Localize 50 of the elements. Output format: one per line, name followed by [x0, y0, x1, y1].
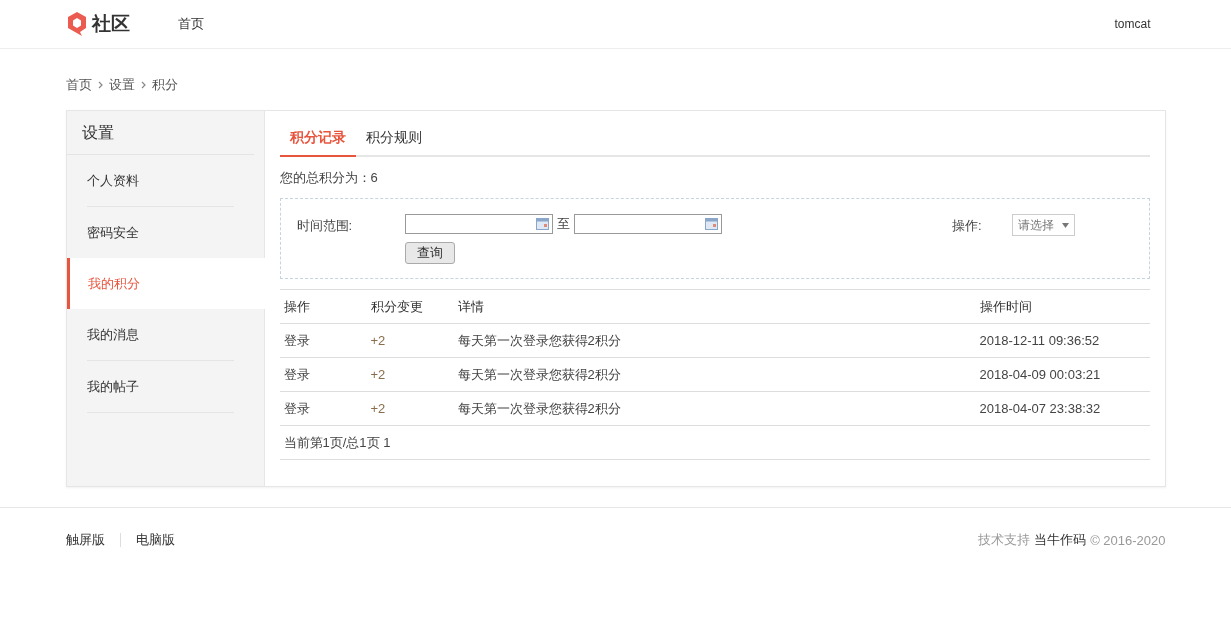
table-cell: 每天第一次登录您获得2积分	[453, 391, 976, 426]
breadcrumb-link[interactable]: 首页	[65, 76, 92, 94]
pagination-text: 当前第1页/总1页 1	[279, 426, 1150, 460]
logo-text[interactable]: 社区	[91, 11, 130, 37]
table-cell: +2	[366, 391, 454, 426]
action-label: 操作:	[951, 217, 982, 235]
sidebar-item[interactable]: 我的积分	[66, 258, 265, 309]
sidebar-title: 设置	[66, 111, 254, 155]
end-date-field[interactable]	[573, 214, 722, 234]
support-label: 技术支持	[978, 531, 1031, 549]
footer-link[interactable]: 电脑版	[135, 531, 175, 549]
nav-link[interactable]: 首页	[177, 15, 204, 33]
username-link[interactable]: tomcat	[1114, 17, 1151, 31]
column-header: 操作	[279, 289, 367, 324]
breadcrumb-link[interactable]: 设置	[108, 76, 135, 94]
start-date-field[interactable]	[404, 214, 553, 234]
table-cell: 登录	[279, 323, 367, 358]
chevron-icon	[97, 81, 103, 89]
tab[interactable]: 积分记录	[279, 123, 356, 157]
dropdown-caret-icon	[1061, 222, 1069, 228]
table-cell: +2	[366, 323, 454, 358]
table-cell: 2018-04-07 23:38:32	[975, 391, 1150, 426]
sidebar-item[interactable]: 密码安全	[66, 207, 264, 258]
table-cell: 每天第一次登录您获得2积分	[453, 357, 976, 392]
time-range-label: 时间范围:	[296, 217, 354, 235]
breadcrumb-link[interactable]: 积分	[151, 76, 178, 94]
footer-link[interactable]: 触屏版	[65, 531, 105, 549]
table-cell: 登录	[279, 357, 367, 392]
table-cell: 2018-04-09 00:03:21	[975, 357, 1150, 392]
logo-icon	[65, 11, 88, 37]
table-cell: 每天第一次登录您获得2积分	[453, 323, 976, 358]
column-header: 操作时间	[975, 289, 1150, 324]
table-cell: 2018-12-11 09:36:52	[975, 323, 1150, 358]
action-select[interactable]: 请选择	[1011, 214, 1075, 236]
table-cell: 登录	[279, 391, 367, 426]
chevron-icon	[140, 81, 146, 89]
calendar-icon[interactable]	[535, 218, 549, 230]
copyright-text: © 2016-2020	[1090, 532, 1166, 548]
column-header: 详情	[453, 289, 976, 324]
sidebar-item[interactable]: 个人资料	[66, 155, 264, 206]
tab[interactable]: 积分规则	[355, 123, 432, 157]
sidebar-item[interactable]: 我的帖子	[66, 361, 264, 412]
support-link[interactable]: 当牛作码	[1034, 531, 1087, 549]
range-separator: 至	[556, 215, 570, 233]
sidebar-item[interactable]: 我的消息	[66, 309, 264, 360]
calendar-icon[interactable]	[704, 218, 718, 230]
query-button[interactable]: 查询	[404, 242, 455, 264]
table-cell: +2	[366, 357, 454, 392]
total-points-text: 您的总积分为：6	[279, 169, 379, 187]
column-header: 积分变更	[366, 289, 454, 324]
